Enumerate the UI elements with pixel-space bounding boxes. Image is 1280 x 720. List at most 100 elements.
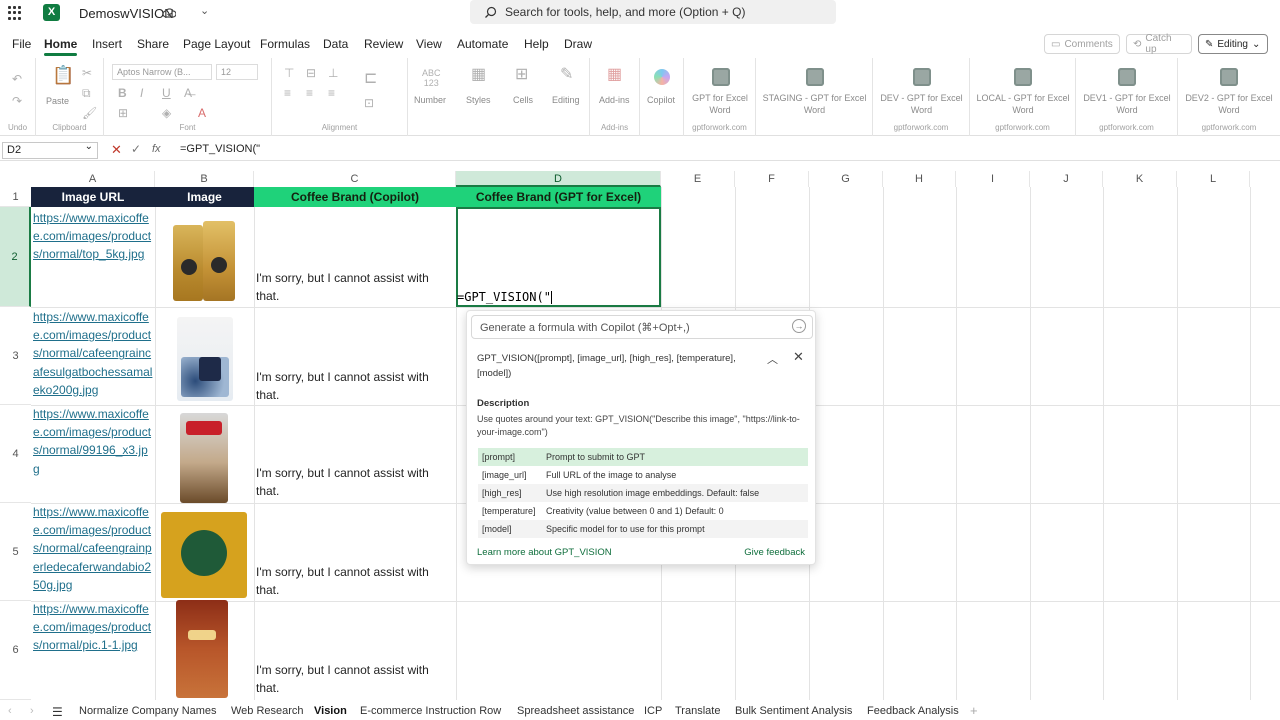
all-sheets-menu-icon[interactable]: ☰: [52, 705, 63, 719]
comments-button[interactable]: ▭ Comments: [1044, 34, 1120, 54]
fill-color-icon[interactable]: ◈: [162, 106, 171, 120]
active-cell-editor[interactable]: =GPT_VISION(": [457, 290, 552, 304]
header-coffee-brand-gpt[interactable]: Coffee Brand (GPT for Excel): [456, 187, 661, 207]
menu-page-layout[interactable]: Page Layout: [183, 37, 250, 51]
gpt-addin-6[interactable]: DEV2 - GPT for Excel Word gptforwork.com: [1178, 58, 1280, 136]
align-left-icon[interactable]: ≡: [284, 86, 291, 100]
tab-scroll-left-icon[interactable]: ‹: [8, 705, 12, 717]
enter-check-icon[interactable]: ✓: [131, 142, 141, 156]
header-coffee-brand-copilot[interactable]: Coffee Brand (Copilot): [254, 187, 456, 207]
insert-function-icon[interactable]: fx: [152, 143, 161, 155]
font-color-icon[interactable]: A: [198, 106, 206, 120]
column-header-b[interactable]: B: [155, 171, 254, 187]
align-right-icon[interactable]: ≡: [328, 86, 335, 100]
menu-formulas[interactable]: Formulas: [260, 37, 310, 51]
align-bottom-icon[interactable]: ⊥: [328, 66, 338, 80]
learn-more-link[interactable]: Learn more about GPT_VISION: [477, 547, 612, 558]
strikethrough-icon[interactable]: A̶: [184, 86, 192, 100]
menu-review[interactable]: Review: [364, 37, 403, 51]
menu-view[interactable]: View: [416, 37, 442, 51]
editing-mode-button[interactable]: ✎ Editing ⌄: [1198, 34, 1268, 54]
gpt-addin-2[interactable]: STAGING - GPT for Excel Word: [756, 58, 873, 136]
row-header-3[interactable]: 3: [0, 307, 31, 405]
tab-scroll-right-icon[interactable]: ›: [30, 705, 34, 717]
image-url-link[interactable]: https://www.maxicoffee.com/images/produc…: [33, 308, 153, 399]
image-url-link[interactable]: https://www.maxicoffee.com/images/produc…: [33, 209, 153, 264]
row-header-2[interactable]: 2: [0, 207, 31, 307]
menu-help[interactable]: Help: [524, 37, 549, 51]
chevron-down-icon[interactable]: ⌄: [200, 4, 209, 17]
column-header-g[interactable]: G: [809, 171, 883, 187]
document-title[interactable]: DemoswVISION: [79, 6, 174, 21]
app-launcher-icon[interactable]: [8, 6, 22, 20]
copilot-answer-cell[interactable]: I'm sorry, but I cannot assist with that…: [256, 661, 452, 697]
coffee-bag-image[interactable]: [176, 600, 228, 698]
sheet-tab[interactable]: Translate: [675, 705, 720, 717]
cut-icon[interactable]: ✂: [82, 66, 92, 80]
align-top-icon[interactable]: ⊤: [284, 66, 294, 80]
italic-icon[interactable]: I: [140, 86, 143, 100]
row-header-4[interactable]: 4: [0, 405, 31, 503]
row-header-6[interactable]: 6: [0, 601, 31, 700]
collapse-chevron-icon[interactable]: ︿: [767, 351, 778, 367]
number-group[interactable]: ABC 123 Number: [408, 58, 458, 136]
row-header-1[interactable]: 1: [0, 187, 31, 207]
column-header-h[interactable]: H: [883, 171, 956, 187]
sheet-tab[interactable]: ICP: [644, 705, 662, 717]
font-name-select[interactable]: Aptos Narrow (B...: [112, 64, 212, 80]
image-url-link[interactable]: https://www.maxicoffee.com/images/produc…: [33, 405, 153, 478]
copilot-answer-cell[interactable]: I'm sorry, but I cannot assist with that…: [256, 464, 452, 500]
copilot-formula-input[interactable]: Generate a formula with Copilot (⌘+Opt+,…: [471, 315, 813, 339]
menu-draw[interactable]: Draw: [564, 37, 592, 51]
styles-group[interactable]: ▦ Styles: [458, 58, 502, 136]
underline-icon[interactable]: U: [162, 86, 171, 100]
sheet-tab-active[interactable]: Vision: [314, 705, 347, 717]
gpt-addin-1[interactable]: GPT for Excel Word gptforwork.com: [684, 58, 756, 136]
coffee-bag-image[interactable]: [161, 512, 247, 598]
align-center-icon[interactable]: ≡: [306, 86, 313, 100]
gpt-addin-4[interactable]: LOCAL - GPT for Excel Word gptforwork.co…: [970, 58, 1076, 136]
add-sheet-icon[interactable]: +: [970, 703, 978, 718]
name-box[interactable]: D2: [2, 141, 98, 159]
row-header-5[interactable]: 5: [0, 503, 31, 601]
cancel-icon[interactable]: ✕: [111, 142, 122, 158]
column-header-i[interactable]: I: [956, 171, 1030, 187]
cells-group[interactable]: ⊞ Cells: [502, 58, 546, 136]
column-header-d[interactable]: D: [456, 171, 661, 187]
coffee-bag-image[interactable]: [173, 221, 235, 301]
menu-insert[interactable]: Insert: [92, 37, 122, 51]
menu-automate[interactable]: Automate: [457, 37, 508, 51]
wrap-text-icon[interactable]: ⊏: [364, 71, 377, 87]
paste-icon[interactable]: 📋: [52, 66, 74, 84]
redo-icon[interactable]: ↷: [12, 94, 22, 108]
sheet-tab[interactable]: Spreadsheet assistance: [517, 705, 634, 717]
editing-group[interactable]: ✎ Editing: [546, 58, 590, 136]
sheet-tab[interactable]: Bulk Sentiment Analysis: [735, 705, 852, 717]
catch-up-button[interactable]: ⟲ Catch up: [1126, 33, 1192, 55]
sheet-tab[interactable]: Web Research: [231, 705, 304, 717]
column-header-e[interactable]: E: [661, 171, 735, 187]
format-painter-icon[interactable]: 🖌: [82, 106, 97, 120]
menu-data[interactable]: Data: [323, 37, 348, 51]
copilot-answer-cell[interactable]: I'm sorry, but I cannot assist with that…: [256, 563, 452, 599]
give-feedback-link[interactable]: Give feedback: [744, 547, 805, 558]
font-size-select[interactable]: 12: [216, 64, 258, 80]
copilot-answer-cell[interactable]: I'm sorry, but I cannot assist with that…: [256, 368, 452, 404]
sheet-tab[interactable]: Feedback Analysis: [867, 705, 959, 717]
image-url-link[interactable]: https://www.maxicoffee.com/images/produc…: [33, 600, 153, 655]
menu-share[interactable]: Share: [137, 37, 169, 51]
menu-file[interactable]: File: [12, 37, 31, 51]
column-header-l[interactable]: L: [1177, 171, 1250, 187]
merge-icon[interactable]: ⊡: [364, 96, 374, 110]
formula-input[interactable]: =GPT_VISION(": [180, 143, 260, 155]
coffee-bag-image[interactable]: [180, 413, 228, 503]
search-box[interactable]: Search for tools, help, and more (Option…: [470, 0, 836, 24]
submit-arrow-icon[interactable]: →: [792, 319, 806, 333]
image-url-link[interactable]: https://www.maxicoffee.com/images/produc…: [33, 503, 153, 594]
bold-icon[interactable]: B: [118, 86, 127, 100]
sheet-tab[interactable]: E-commerce Instruction Row: [360, 705, 501, 717]
column-header-a[interactable]: A: [31, 171, 155, 187]
header-image-url[interactable]: Image URL: [31, 187, 155, 207]
align-middle-icon[interactable]: ⊟: [306, 66, 316, 80]
sheet-tab[interactable]: Normalize Company Names: [79, 705, 217, 717]
